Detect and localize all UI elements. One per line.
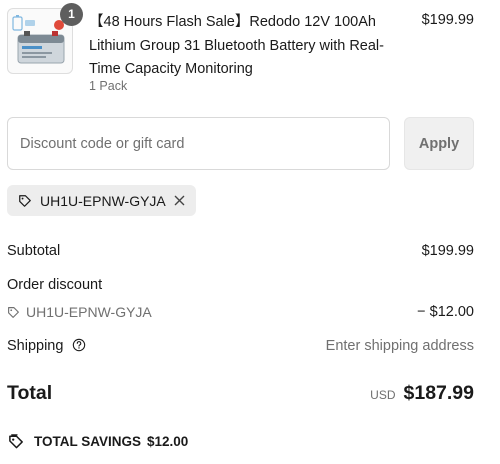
tag-icon — [8, 306, 19, 318]
discount-code-text: UH1U-EPNW-GYJA — [26, 304, 152, 320]
total-amount-group: USD $187.99 — [370, 382, 474, 405]
applied-discount-chip: UH1U-EPNW-GYJA — [7, 185, 196, 216]
order-discount-row: Order discount — [7, 277, 474, 293]
total-amount: $187.99 — [403, 382, 475, 404]
product-price: $199.99 — [421, 12, 474, 28]
discount-code-line: UH1U-EPNW-GYJA — [7, 304, 474, 320]
discount-amount: − $12.00 — [417, 304, 474, 320]
savings-label: TOTAL SAVINGS — [34, 433, 142, 449]
subtotal-label: Subtotal — [7, 243, 61, 259]
discount-detail-row: UH1U-EPNW-GYJA − $12.00 — [7, 304, 474, 320]
question-circle-icon[interactable] — [72, 338, 86, 352]
currency-code: USD — [370, 388, 396, 402]
savings-amount: $12.00 — [147, 433, 189, 449]
shipping-row: Shipping Enter shipping address — [7, 338, 474, 354]
tag-icon — [19, 194, 31, 207]
total-label: Total — [7, 382, 53, 404]
discount-form: Apply — [7, 117, 474, 170]
remove-discount-button[interactable] — [172, 194, 186, 208]
cart-line-item: 1 【48 Hours Flash Sale】Redodo 12V 100Ah … — [7, 3, 474, 98]
product-thumbnail: 1 — [7, 3, 83, 74]
shipping-label: Shipping — [7, 338, 64, 354]
order-discount-label: Order discount — [7, 277, 103, 293]
subtotal-row: Subtotal $199.99 — [7, 243, 474, 259]
shipping-value: Enter shipping address — [325, 338, 474, 354]
product-title: 【48 Hours Flash Sale】Redodo 12V 100Ah Li… — [89, 14, 384, 77]
subtotal-value: $199.99 — [421, 243, 474, 259]
applied-discount-code: UH1U-EPNW-GYJA — [40, 192, 166, 209]
apply-button[interactable]: Apply — [404, 117, 474, 170]
total-savings: TOTAL SAVINGS $12.00 — [8, 433, 188, 449]
savings-tag-icon — [9, 434, 23, 449]
quantity-badge: 1 — [60, 3, 83, 26]
product-variant: 1 Pack — [89, 79, 128, 93]
close-icon — [174, 195, 184, 206]
battery-product-image — [12, 15, 65, 64]
discount-code-input[interactable] — [7, 117, 390, 170]
